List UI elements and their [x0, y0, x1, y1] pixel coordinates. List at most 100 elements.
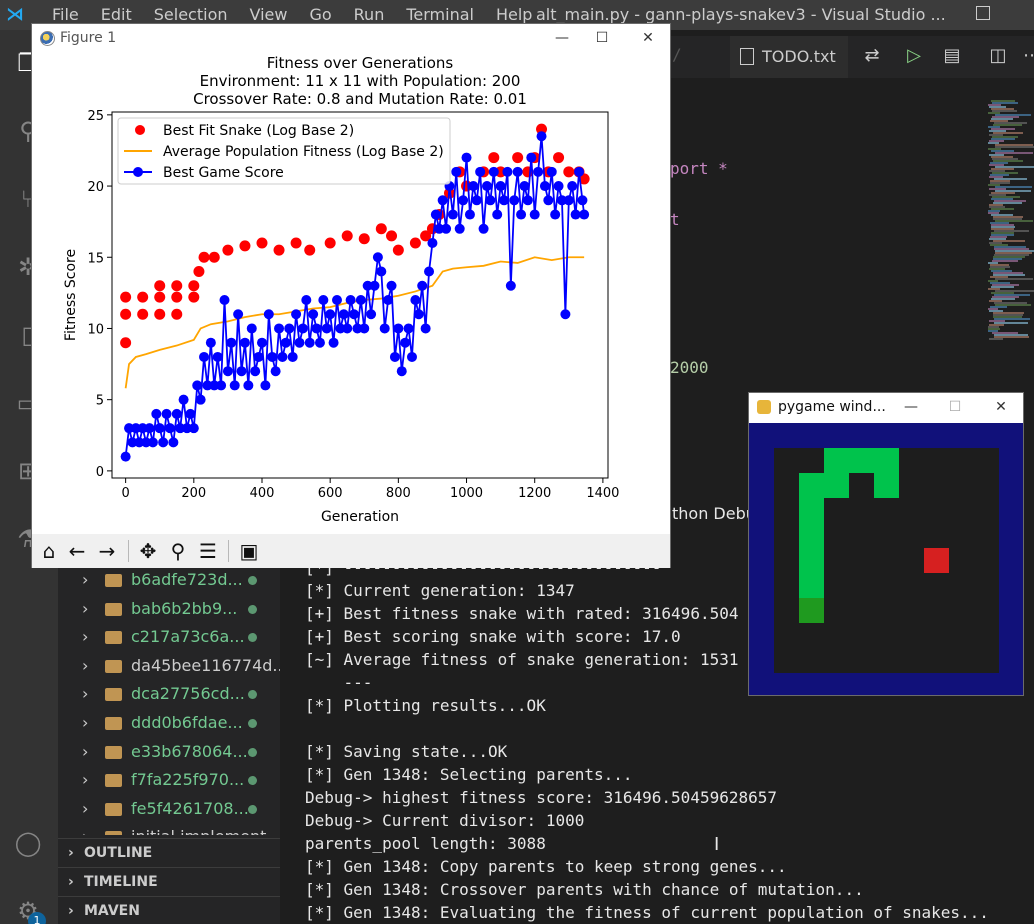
best-score-marker: [178, 394, 189, 405]
tree-item[interactable]: › initial implement: [58, 823, 280, 836]
x-tick-label: 400: [250, 486, 275, 501]
folder-icon: [105, 802, 122, 816]
best-score-marker: [284, 323, 295, 334]
best-score-marker: [256, 337, 267, 348]
update-badge: 1: [28, 912, 46, 924]
back-arrow-icon[interactable]: ←: [64, 538, 90, 564]
zoom-icon[interactable]: ⚲: [165, 538, 191, 564]
best-score-marker: [192, 380, 203, 391]
minimap[interactable]: [988, 100, 1034, 350]
minimize-icon[interactable]: —: [901, 397, 921, 417]
legend-label: Best Fit Snake (Log Base 2): [163, 123, 354, 139]
best-score-marker: [260, 380, 271, 391]
restore-window-icon[interactable]: [976, 6, 990, 20]
x-tick-label: 1200: [518, 486, 551, 501]
maximize-icon[interactable]: ☐: [592, 28, 612, 48]
best-score-marker: [539, 181, 550, 192]
figure-window[interactable]: Figure 1 — ☐ ✕ Fitness over Generations E…: [31, 23, 671, 568]
snake-head: [799, 598, 824, 623]
run-icon[interactable]: ▷: [904, 46, 924, 66]
close-icon[interactable]: ✕: [991, 397, 1011, 417]
timeline-section[interactable]: › TIMELINE: [58, 867, 280, 895]
best-fit-marker: [222, 244, 234, 256]
best-score-marker: [342, 323, 353, 334]
open-preview-icon[interactable]: ▤: [942, 46, 962, 66]
pygame-titlebar[interactable]: pygame wind... — ☐ ✕: [749, 393, 1023, 423]
git-status-dot: [248, 604, 257, 614]
tab-fragment: /: [672, 45, 682, 64]
tree-item[interactable]: › b6adfe723d...: [58, 566, 280, 594]
terminal-line: Debug-> highest fitness score: 316496.50…: [305, 788, 778, 807]
y-axis-label: Fitness Score: [63, 249, 79, 341]
save-icon[interactable]: ▣: [236, 538, 262, 564]
best-fit-marker: [512, 152, 524, 164]
pygame-window[interactable]: pygame wind... — ☐ ✕: [748, 392, 1024, 696]
git-status-dot: [248, 690, 257, 700]
terminal-line: [+] Best fitness snake with rated: 31649…: [305, 604, 739, 623]
tree-item[interactable]: › da45bee116774d...: [58, 652, 280, 680]
matplotlib-logo-icon: [40, 31, 55, 46]
tree-item[interactable]: › bab6b2bb9...: [58, 595, 280, 623]
best-score-marker: [325, 309, 336, 320]
folder-icon: [105, 631, 122, 645]
pan-icon[interactable]: ✥: [135, 538, 161, 564]
tab-todo[interactable]: TODO.txt: [730, 36, 848, 78]
best-score-marker: [400, 337, 411, 348]
figure-titlebar[interactable]: Figure 1 — ☐ ✕: [32, 24, 670, 54]
best-score-marker: [577, 195, 588, 206]
tree-item[interactable]: › f7fa225f970...: [58, 766, 280, 794]
minimize-icon[interactable]: —: [552, 28, 572, 48]
tree-item[interactable]: › c217a73c6a...: [58, 623, 280, 651]
tree-item-label: da45bee116774d...: [131, 655, 280, 675]
best-score-marker: [447, 209, 458, 220]
best-score-marker: [246, 323, 257, 334]
best-score-marker: [509, 195, 520, 206]
configure-subplots-icon[interactable]: ☰: [195, 538, 221, 564]
snake-segment: [874, 448, 899, 473]
split-editor-icon[interactable]: ◫: [988, 46, 1008, 66]
compare-changes-icon[interactable]: ⇄: [862, 46, 882, 66]
figure-canvas[interactable]: Fitness over Generations Environment: 11 …: [32, 54, 670, 534]
outline-section[interactable]: › OUTLINE: [58, 838, 280, 866]
chevron-right-icon: ›: [82, 823, 88, 835]
pygame-logo-icon: [757, 400, 771, 414]
best-fit-marker: [409, 237, 421, 249]
home-icon[interactable]: ⌂: [36, 538, 62, 564]
python-debug-console-tab[interactable]: thon Debu: [672, 504, 756, 523]
best-score-marker: [161, 408, 172, 419]
best-score-marker: [492, 209, 503, 220]
best-score-marker: [195, 394, 206, 405]
code-number-fragment: 2000: [670, 358, 709, 377]
more-actions-icon[interactable]: ⋯: [1022, 46, 1034, 66]
best-fit-marker: [171, 291, 183, 303]
best-score-marker: [519, 181, 530, 192]
best-fit-marker: [392, 244, 404, 256]
best-fit-marker: [273, 244, 285, 256]
best-score-marker: [147, 437, 158, 448]
tree-item[interactable]: › e33b678064...: [58, 738, 280, 766]
forward-arrow-icon[interactable]: →: [94, 538, 120, 564]
tree-item[interactable]: › ddd0b6fdae...: [58, 709, 280, 737]
toolbar-separator: [128, 540, 129, 562]
best-score-marker: [427, 238, 438, 249]
tree-item-label: bab6b2bb9...: [131, 598, 238, 618]
maven-section[interactable]: › MAVEN: [58, 896, 280, 924]
figure-toolbar: ⌂ ← → ✥ ⚲ ☰ ▣: [32, 534, 670, 568]
best-score-marker: [253, 351, 264, 362]
best-score-marker: [468, 181, 479, 192]
best-score-marker: [318, 294, 329, 305]
tree-item[interactable]: › dca27756cd...: [58, 680, 280, 708]
game-field: [774, 448, 999, 673]
maximize-icon[interactable]: ☐: [945, 397, 965, 417]
account-icon[interactable]: ◯: [13, 828, 43, 858]
best-score-marker: [570, 209, 581, 220]
fitness-chart[interactable]: Fitness over GenerationsEnvironment: 11 …: [32, 54, 670, 534]
best-score-marker: [526, 152, 537, 163]
tree-item[interactable]: › fe5f4261708...: [58, 795, 280, 823]
terminal-line: [*] Gen 1348: Copy parents to keep stron…: [305, 857, 787, 876]
close-icon[interactable]: ✕: [638, 28, 658, 48]
chevron-right-icon: ›: [68, 874, 74, 890]
code-import-fragment: port *: [670, 159, 728, 178]
best-score-marker: [475, 166, 486, 177]
best-score-marker: [560, 309, 571, 320]
